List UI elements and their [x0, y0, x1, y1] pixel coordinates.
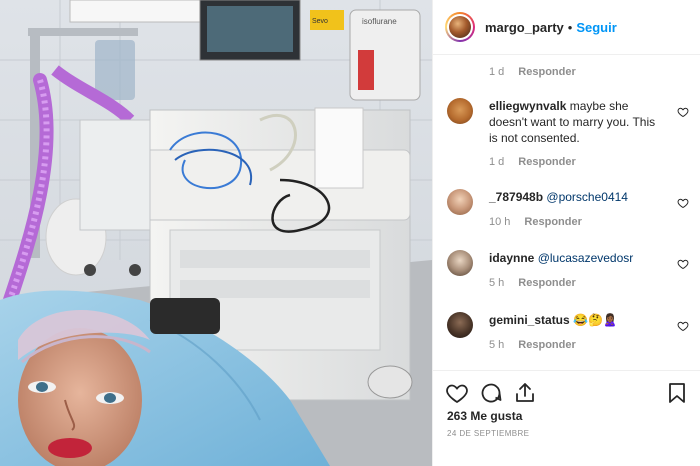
comment-icon[interactable]	[479, 381, 503, 405]
operating-room-image: isoflurane Sevo	[0, 0, 432, 466]
commenter-avatar[interactable]	[447, 189, 473, 215]
separator-dot: •	[567, 19, 573, 35]
like-comment-heart-icon[interactable]	[677, 320, 689, 332]
reply-button[interactable]: Responder	[524, 216, 581, 228]
share-icon[interactable]	[513, 381, 537, 405]
reply-button[interactable]: Responder	[518, 277, 575, 289]
like-comment-heart-icon[interactable]	[677, 258, 689, 270]
commenter-username[interactable]: _787948b	[489, 190, 543, 204]
post-date[interactable]: 24 DE SEPTIEMBRE	[447, 429, 529, 438]
comment-time[interactable]: 5 h	[489, 339, 504, 351]
commenter-username[interactable]: elliegwynvalk	[489, 99, 566, 113]
comment-time[interactable]: 1 d	[489, 66, 504, 78]
comment-meta: 1 d Responder	[489, 66, 576, 78]
author-avatar-image	[449, 16, 471, 38]
comment-meta: 10 h Responder	[489, 216, 582, 228]
comment-time[interactable]: 5 h	[489, 277, 504, 289]
post-actions: 263 Me gusta 24 DE SEPTIEMBRE	[433, 370, 700, 466]
commenter-username[interactable]: idaynne	[489, 251, 534, 265]
commenter-username[interactable]: gemini_status	[489, 313, 570, 327]
bookmark-icon	[669, 383, 685, 403]
comment-mention[interactable]: @lucasazevedosr	[538, 251, 634, 265]
author-username[interactable]: margo_party	[485, 20, 564, 35]
comment-time[interactable]: 1 d	[489, 156, 504, 168]
follow-button[interactable]: Seguir	[576, 20, 616, 35]
reply-button[interactable]: Responder	[518, 156, 575, 168]
reply-button[interactable]: Responder	[518, 339, 575, 351]
likes-count[interactable]: 263 Me gusta	[447, 409, 522, 423]
like-comment-heart-icon[interactable]	[677, 197, 689, 209]
reply-button[interactable]: Responder	[518, 66, 575, 78]
commenter-avatar[interactable]	[447, 98, 473, 124]
commenter-avatar[interactable]	[447, 312, 473, 338]
like-comment-heart-icon[interactable]	[677, 106, 689, 118]
post-panel: margo_party • Seguir 1 d Responder ellie…	[432, 0, 700, 466]
bookmark-button[interactable]	[665, 381, 689, 405]
comment-meta: 1 d Responder	[489, 156, 576, 168]
comment-meta: 5 h Responder	[489, 277, 576, 289]
author-avatar[interactable]	[445, 12, 475, 42]
comment-emoji: 😂🤔🙎🏾‍♀️	[573, 313, 618, 327]
svg-text:isoflurane: isoflurane	[362, 17, 397, 26]
post-header: margo_party • Seguir	[433, 0, 700, 55]
svg-text:Sevo: Sevo	[312, 18, 328, 25]
commenter-avatar[interactable]	[447, 250, 473, 276]
heart-icon[interactable]	[445, 381, 469, 405]
comment-mention[interactable]: @porsche0414	[546, 190, 628, 204]
comment-time[interactable]: 10 h	[489, 216, 510, 228]
action-icons	[445, 381, 537, 405]
post-photo[interactable]: isoflurane Sevo	[0, 0, 432, 466]
comment-meta: 5 h Responder	[489, 339, 576, 351]
